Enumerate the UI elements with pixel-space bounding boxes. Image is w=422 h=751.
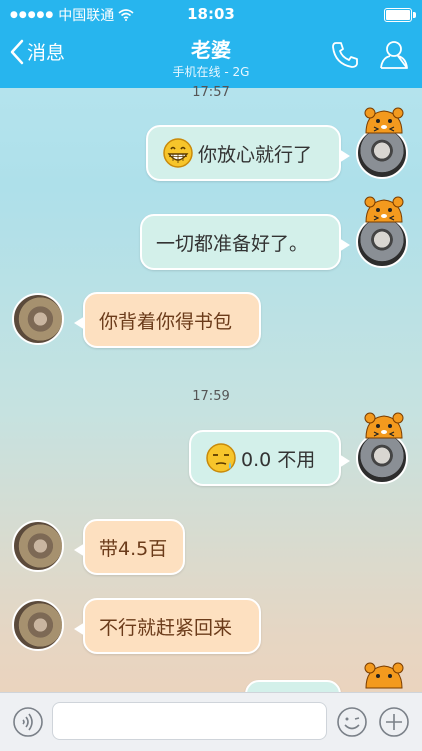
message-bubble[interactable]: 一切都准备好了。 — [140, 214, 350, 270]
timestamp: 17:57 — [192, 85, 230, 100]
message-text: 你放心就行了 — [198, 143, 313, 166]
voice-icon[interactable] — [12, 706, 44, 742]
timestamp: 17:59 — [192, 389, 230, 404]
message-text: 0.0 不用 — [241, 448, 316, 471]
my-avatar[interactable] — [356, 107, 408, 179]
message-bubble[interactable]: 0.0 不用 — [189, 430, 350, 486]
message-bubble[interactable]: 带4.5百 — [74, 519, 185, 575]
contact-avatar[interactable] — [12, 520, 64, 572]
status-time: 18:03 — [187, 5, 235, 23]
smile-icon[interactable] — [336, 706, 368, 742]
contact-avatar[interactable] — [12, 293, 64, 345]
my-avatar[interactable] — [356, 412, 408, 484]
grin-emoji-icon — [163, 138, 193, 168]
message-text: 带4.5百 — [99, 537, 168, 560]
avatar-photo — [12, 599, 64, 651]
message-bubble[interactable]: 你放心就行了 — [146, 125, 350, 181]
message-input[interactable] — [52, 702, 327, 740]
avatar-photo — [12, 520, 64, 572]
tiger-hat-icon — [364, 107, 404, 134]
avatar-photo — [12, 293, 64, 345]
tiger-hat-icon — [364, 412, 404, 439]
my-avatar[interactable] — [356, 196, 408, 268]
message-text: 不行就赶紧回来 — [99, 616, 233, 639]
nav-bar: ●●●●● 中国联通 18:03 消息 老婆 手机在线 - 2G — [0, 0, 422, 88]
phone-icon[interactable] — [330, 40, 360, 74]
plus-icon[interactable] — [378, 706, 410, 742]
contact-avatar[interactable] — [12, 599, 64, 651]
profile-icon[interactable] — [378, 38, 410, 74]
message-bubble[interactable]: 不行就赶紧回来 — [74, 598, 261, 654]
tiger-hat-icon — [364, 196, 404, 223]
input-bar — [0, 692, 422, 751]
message-text: 你背着你得书包 — [99, 310, 233, 333]
status-bar: ●●●●● 中国联通 18:03 — [0, 3, 422, 25]
tiger-hat-icon — [364, 662, 404, 689]
message-text: 一切都准备好了。 — [156, 232, 309, 255]
sleepy-emoji-icon — [206, 443, 236, 473]
battery-icon — [384, 8, 416, 22]
message-bubble[interactable]: 你背着你得书包 — [74, 292, 261, 348]
